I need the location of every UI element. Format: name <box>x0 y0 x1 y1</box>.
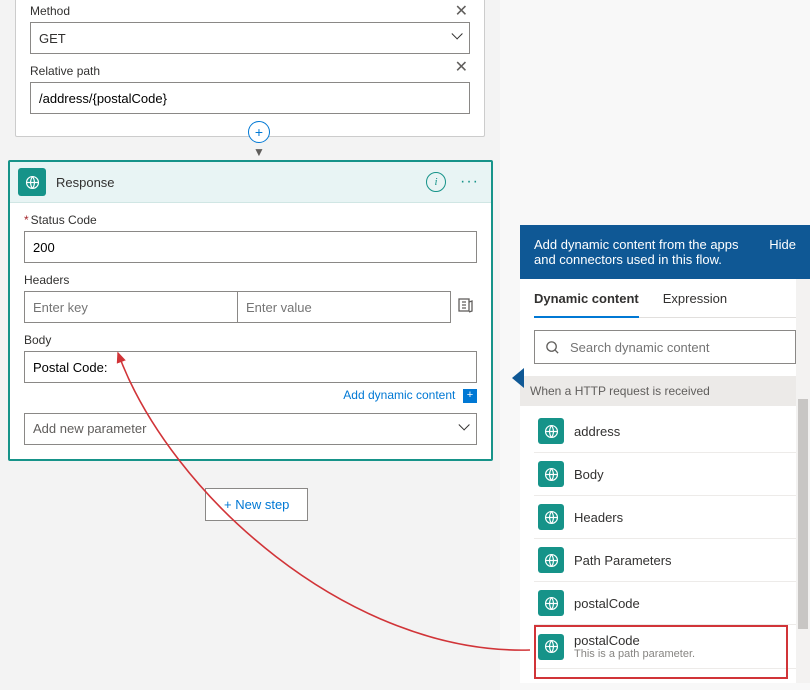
designer-canvas: ✕ Method GET ✕ Relative path + ▼ Respons… <box>0 0 500 690</box>
scrollbar-thumb[interactable] <box>798 399 808 629</box>
http-trigger-icon <box>538 504 564 530</box>
method-label: Method <box>30 4 470 18</box>
http-trigger-icon <box>538 590 564 616</box>
dc-item-name: Body <box>574 467 792 482</box>
method-select[interactable]: GET <box>30 22 470 54</box>
http-trigger-icon <box>538 418 564 444</box>
close-icon[interactable]: ✕ <box>455 4 468 20</box>
new-step-button[interactable]: + New step <box>205 488 308 521</box>
search-icon <box>545 340 560 355</box>
dc-item-desc: This is a path parameter. <box>574 648 792 660</box>
response-card-header[interactable]: Response i ··· <box>10 162 491 203</box>
info-icon[interactable]: i <box>426 172 446 192</box>
add-parameter-placeholder: Add new parameter <box>33 421 146 436</box>
method-value: GET <box>39 31 66 46</box>
response-title: Response <box>56 175 416 190</box>
plus-icon[interactable]: + <box>463 389 477 403</box>
http-trigger-icon <box>538 461 564 487</box>
arrow-down-icon: ▼ <box>253 145 265 159</box>
chevron-down-icon <box>456 423 468 435</box>
tab-dynamic-content[interactable]: Dynamic content <box>534 279 639 318</box>
dc-item-name: postalCode <box>574 633 792 648</box>
request-card: ✕ Method GET ✕ Relative path <box>15 0 485 137</box>
dc-panel: Dynamic content Expression When a HTTP r… <box>520 279 810 683</box>
dc-tabs: Dynamic content Expression <box>534 279 796 318</box>
header-key-input[interactable] <box>24 291 237 323</box>
dc-section-title: When a HTTP request is received <box>520 376 810 406</box>
headers-label: Headers <box>24 273 451 287</box>
add-dynamic-content-link[interactable]: Add dynamic content <box>343 388 455 402</box>
dc-item-name: Path Parameters <box>574 553 792 568</box>
dc-header-text: Add dynamic content from the apps and co… <box>534 237 759 267</box>
body-input[interactable] <box>24 351 477 383</box>
dc-search-input[interactable] <box>570 340 785 355</box>
connector: + ▼ <box>244 120 274 160</box>
dc-item-name: postalCode <box>574 596 792 611</box>
dc-header: Add dynamic content from the apps and co… <box>520 225 810 279</box>
dc-item-path-parameters[interactable]: Path Parameters <box>534 539 796 582</box>
switch-mode-icon[interactable] <box>457 297 475 315</box>
body-label: Body <box>24 333 477 347</box>
dc-search[interactable] <box>534 330 796 364</box>
response-icon <box>18 168 46 196</box>
dc-item-address[interactable]: address <box>534 410 796 453</box>
dc-item-postalcode[interactable]: postalCode <box>534 582 796 625</box>
response-card: Response i ··· *Status Code Headers <box>8 160 493 461</box>
dc-item-name: Headers <box>574 510 792 525</box>
dc-item-postalcode[interactable]: postalCode This is a path parameter. <box>534 625 796 669</box>
header-value-input[interactable] <box>237 291 451 323</box>
dynamic-content-pane: Add dynamic content from the apps and co… <box>520 0 810 690</box>
more-icon[interactable]: ··· <box>456 173 483 191</box>
status-code-label: *Status Code <box>24 213 477 227</box>
add-parameter-select[interactable]: Add new parameter <box>24 413 477 445</box>
close-icon[interactable]: ✕ <box>455 60 468 76</box>
status-code-input[interactable] <box>24 231 477 263</box>
dc-item-headers[interactable]: Headers <box>534 496 796 539</box>
add-step-icon[interactable]: + <box>248 121 270 143</box>
chevron-down-icon <box>449 32 461 44</box>
dc-item-body[interactable]: Body <box>534 453 796 496</box>
relative-path-label: Relative path <box>30 64 470 78</box>
callout-pointer <box>512 368 524 388</box>
http-trigger-icon <box>538 547 564 573</box>
scrollbar[interactable] <box>796 279 810 683</box>
dc-item-name: address <box>574 424 792 439</box>
relative-path-input[interactable] <box>30 82 470 114</box>
http-trigger-icon <box>538 634 564 660</box>
hide-button[interactable]: Hide <box>769 237 796 267</box>
tab-expression[interactable]: Expression <box>663 279 727 317</box>
